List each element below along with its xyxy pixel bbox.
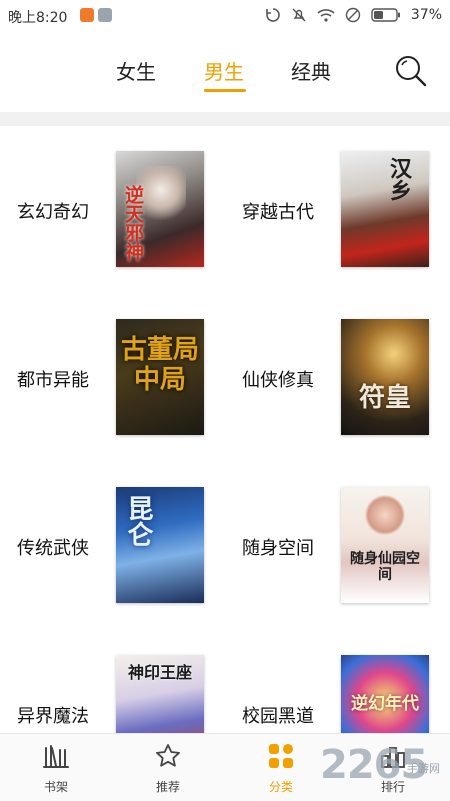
battery-icon: [371, 8, 400, 22]
tab-female[interactable]: 女生: [116, 56, 156, 85]
signal-blocked-icon: [345, 7, 361, 23]
category-label: 随身空间: [242, 538, 314, 559]
category-cell[interactable]: 仙侠修真 符皇: [225, 294, 450, 454]
message-notification-icon: [98, 8, 112, 22]
battery-percent: 37%: [410, 7, 442, 23]
cover-title: 古董局中局: [120, 335, 199, 395]
category-label: 穿越古代: [242, 202, 314, 223]
sync-icon: [266, 8, 280, 22]
mute-icon: [292, 8, 306, 22]
status-time: 晚上8:20: [8, 10, 68, 26]
category-label: 校园黑道: [242, 706, 314, 727]
nav-label: 书架: [43, 780, 68, 794]
nav-bookshelf[interactable]: 书架: [0, 734, 112, 801]
cover-title: 逆天邪神: [122, 185, 144, 261]
book-cover: 符皇: [341, 319, 429, 435]
cover-title: 随身仙园空间: [350, 551, 420, 583]
status-bar: 晚上8:20 37%: [0, 0, 450, 32]
category-label: 都市异能: [17, 370, 89, 391]
bookshelf-icon: [43, 745, 69, 768]
book-cover: 逆天邪神: [116, 151, 204, 267]
app-notification-icon: [80, 8, 94, 22]
cover-title: 逆幻年代: [351, 694, 419, 714]
watermark-text: 手游网: [407, 762, 440, 775]
book-cover: 随身仙园空间: [341, 487, 429, 603]
category-label: 仙侠修真: [242, 370, 314, 391]
active-tab-indicator: [204, 89, 246, 92]
category-cell[interactable]: 随身空间 随身仙园空间: [225, 462, 450, 622]
book-cover: 汉乡: [341, 151, 429, 267]
nav-recommend[interactable]: 推荐: [112, 734, 224, 801]
category-label: 传统武侠: [17, 538, 89, 559]
category-cell[interactable]: 传统武侠 昆仑: [0, 462, 225, 622]
category-cell[interactable]: 都市异能 古董局中局: [0, 294, 225, 454]
cover-title: 神印王座: [127, 663, 192, 682]
grid-category-icon: [269, 744, 293, 768]
tab-male[interactable]: 男生: [204, 56, 244, 85]
wifi-icon: [317, 9, 335, 22]
category-label: 玄幻奇幻: [17, 202, 89, 223]
category-cell[interactable]: 穿越古代 汉乡: [225, 126, 450, 286]
cover-title: 汉乡: [386, 157, 412, 201]
category-label: 异界魔法: [17, 706, 89, 727]
book-cover: 古董局中局: [116, 319, 204, 435]
section-divider: [0, 112, 450, 126]
star-icon: [156, 744, 180, 767]
category-tabs: 女生 男生 经典: [0, 32, 450, 112]
nav-label: 推荐: [155, 780, 180, 794]
category-cell[interactable]: 玄幻奇幻 逆天邪神: [0, 126, 225, 286]
cover-title: 符皇: [358, 383, 411, 413]
cover-title: 昆仑: [123, 495, 153, 547]
tab-classic[interactable]: 经典: [291, 56, 331, 85]
book-cover: 昆仑: [116, 487, 204, 603]
status-right: 37%: [265, 7, 442, 23]
search-icon[interactable]: [394, 54, 428, 88]
